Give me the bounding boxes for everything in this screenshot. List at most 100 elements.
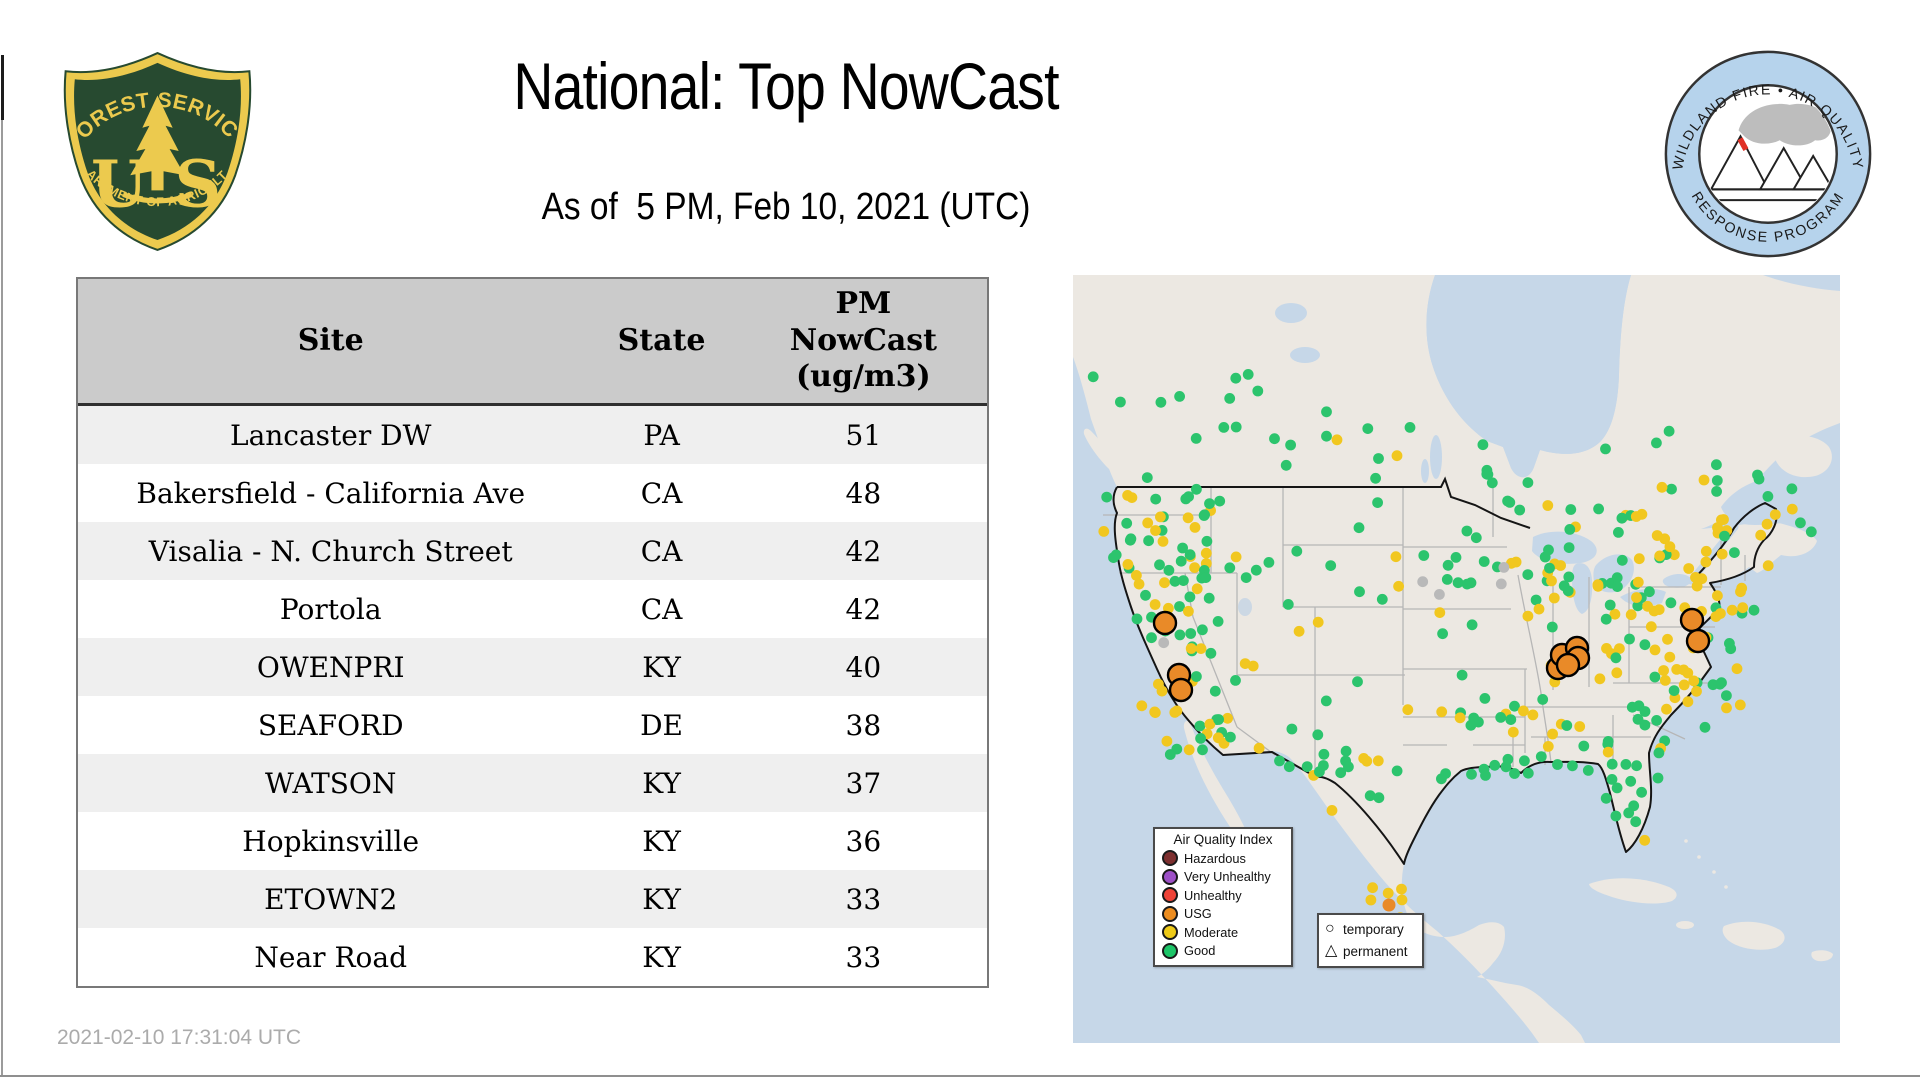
monitor-dot <box>1658 665 1669 676</box>
monitor-dot <box>1204 498 1215 509</box>
marker-legend-item: ○ temporary <box>1325 918 1416 940</box>
monitor-dot <box>1321 406 1332 418</box>
monitor-dot <box>1174 391 1185 402</box>
monitor-dot <box>1136 700 1148 712</box>
monitor-dot <box>1649 644 1661 656</box>
monitor-dot <box>1376 593 1388 605</box>
monitor-dot <box>1434 589 1445 600</box>
monitor-dot <box>1343 761 1354 773</box>
monitor-dot <box>1666 483 1677 495</box>
monitor-dot <box>1630 511 1642 522</box>
monitor-dot <box>1230 372 1242 384</box>
monitor-dot <box>1252 385 1264 397</box>
monitor-dot <box>1662 633 1673 645</box>
monitor-dot <box>1542 741 1554 752</box>
cell-pm-nowcast: 48 <box>845 476 882 510</box>
table-row: Near Road KY 33 <box>78 928 987 986</box>
monitor-dot <box>1157 536 1169 547</box>
monitor-dot <box>1477 439 1489 451</box>
top-site-marker <box>1555 652 1581 678</box>
monitor-dot <box>1285 439 1296 451</box>
generation-timestamp: 2021-02-10 17:31:04 UTC <box>57 1026 301 1049</box>
monitor-dot <box>1159 577 1170 589</box>
monitor-dot <box>1544 562 1555 574</box>
monitor-dot <box>1600 443 1611 455</box>
monitor-dot <box>1274 755 1285 767</box>
monitor-dot <box>1169 575 1181 587</box>
monitor-dot <box>1185 628 1197 639</box>
monitor-dot <box>1495 578 1507 590</box>
monitor-dot <box>1466 768 1477 780</box>
monitor-dot <box>1312 729 1324 741</box>
monitor-dot <box>1452 577 1464 589</box>
monitor-dot <box>1200 572 1212 583</box>
monitor-dot <box>1533 603 1545 615</box>
report-page: FOREST SERVICE DEPARTMENT OF AGRICULTURE… <box>0 0 1920 1080</box>
monitor-dot <box>1645 621 1657 633</box>
monitor-dot <box>1155 511 1166 523</box>
monitor-dot <box>1736 582 1748 594</box>
monitor-dot <box>1786 503 1798 515</box>
monitor-dot <box>1653 747 1665 759</box>
monitor-dot <box>1195 733 1206 744</box>
table-row: ETOWN2 KY 33 <box>78 870 987 928</box>
table-row: SEAFORD DE 38 <box>78 696 987 754</box>
monitor-dot <box>1450 552 1462 563</box>
monitor-dot <box>1602 746 1614 758</box>
monitor-dot <box>1656 481 1668 493</box>
monitor-dot <box>1163 564 1175 576</box>
cell-pm-nowcast: 37 <box>845 766 882 800</box>
marker-legend-label: permanent <box>1343 943 1408 959</box>
page-subtitle: As of 5 PM, Feb 10, 2021 (UTC) <box>541 186 1031 228</box>
monitor-dot <box>1461 525 1473 537</box>
monitor-dot <box>1616 512 1628 524</box>
monitor-dot <box>1150 493 1162 505</box>
aqi-legend: Air Quality Index Hazardous Very Unhealth… <box>1153 827 1293 967</box>
monitor-dot <box>1087 371 1099 383</box>
monitor-dot <box>1140 589 1151 601</box>
monitor-dot <box>1620 759 1632 770</box>
monitor-dot <box>1518 705 1529 717</box>
monitor-dot <box>1700 556 1712 568</box>
monitor-dot <box>1712 522 1723 533</box>
monitor-dot <box>1441 574 1453 585</box>
aqi-legend-item: Good <box>1160 942 1286 961</box>
monitor-dot <box>1269 433 1280 445</box>
monitor-dot <box>1616 554 1628 566</box>
monitor-dot <box>1644 586 1655 598</box>
monitor-dot <box>1682 696 1694 708</box>
monitor-dot <box>1623 807 1635 819</box>
monitor-dot <box>1712 590 1723 602</box>
monitor-dot <box>1153 678 1164 690</box>
monitor-dot <box>1631 592 1642 603</box>
monitor-dot <box>1373 453 1384 464</box>
monitor-dot <box>1805 526 1817 538</box>
monitor-dot <box>1182 512 1194 524</box>
aqi-legend-label: Very Unhealthy <box>1184 869 1271 885</box>
marker-legend-label: temporary <box>1343 921 1404 937</box>
monitor-dot <box>1711 486 1722 497</box>
window-left-edge-dark <box>1 55 4 120</box>
monitor-dot <box>1543 544 1554 556</box>
monitor-dot <box>1158 637 1170 649</box>
monitor-dot <box>1417 576 1429 588</box>
cell-site: WATSON <box>265 766 397 800</box>
monitor-dot <box>1286 723 1298 735</box>
monitor-dot <box>1561 720 1573 731</box>
table-row: Hopkinsville KY 36 <box>78 812 987 870</box>
wfaqrp-logo: WILDLAND FIRE • AIR QUALITY RESPONSE PRO… <box>1660 46 1876 267</box>
circle-outline-icon: ○ <box>1325 920 1335 937</box>
monitor-dot <box>1659 675 1671 686</box>
monitor-dot <box>1367 882 1378 894</box>
monitor-dot <box>1418 550 1430 561</box>
monitor-dot <box>1535 751 1547 762</box>
monitor-dot <box>1700 545 1712 557</box>
cell-site: SEAFORD <box>257 708 404 742</box>
monitor-dot <box>1522 569 1534 580</box>
monitor-dot <box>1352 676 1363 688</box>
monitor-dot <box>1213 714 1224 725</box>
monitor-dot <box>1442 559 1454 571</box>
monitor-dot <box>1752 469 1763 481</box>
monitor-dot <box>1600 613 1612 625</box>
monitor-dot <box>1149 706 1161 718</box>
